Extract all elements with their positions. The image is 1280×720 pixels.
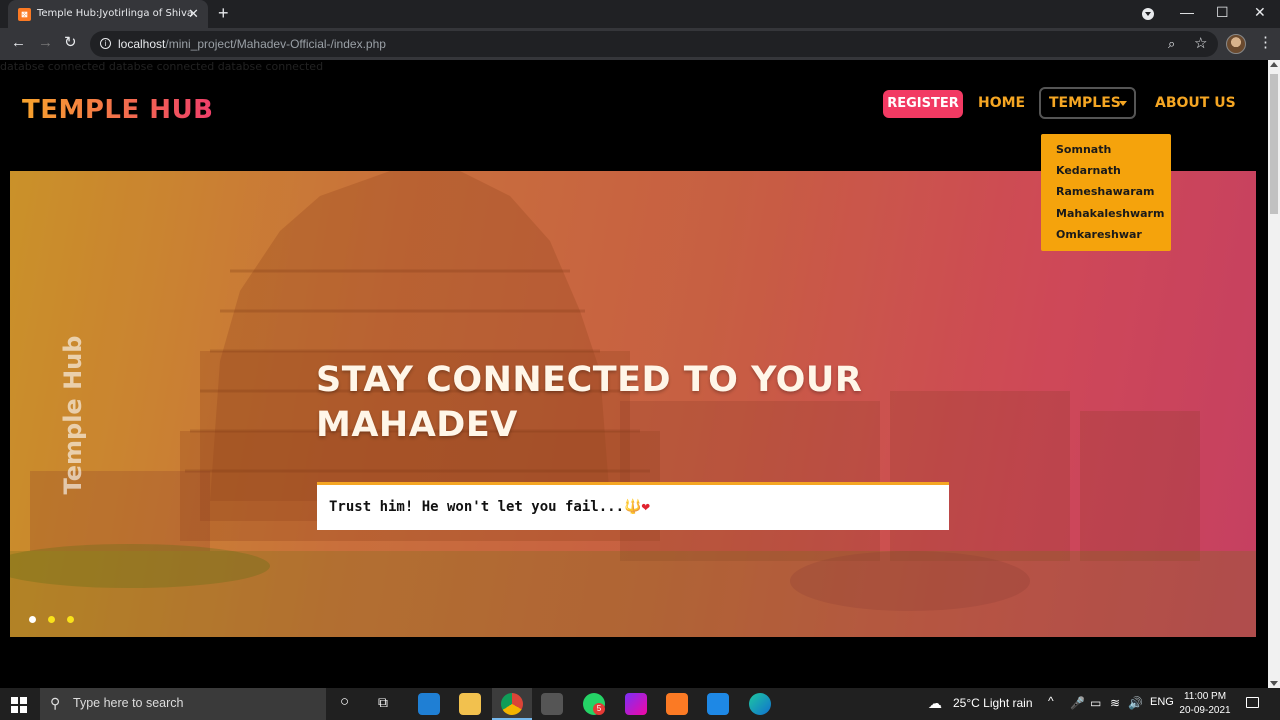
whatsapp-badge: 5 <box>593 703 605 715</box>
browser-tab[interactable]: ⊠ Temple Hub:Jyotirlinga of Shiva ✕ <box>8 0 208 28</box>
notification-center-icon[interactable] <box>1246 697 1259 708</box>
scroll-down-icon[interactable] <box>1270 681 1278 686</box>
browser-menu-icon[interactable]: ⋮ <box>1258 34 1273 52</box>
cortana-icon[interactable]: ○ <box>340 693 349 710</box>
task-view-icon[interactable]: ⧉ <box>378 694 388 711</box>
taskbar-search-placeholder: Type here to search <box>73 696 184 710</box>
clock-time: 11:00 PM <box>1183 691 1227 702</box>
hero-title-line-2: MAHADEV <box>316 405 518 445</box>
microphone-icon[interactable]: 🎤 <box>1070 696 1085 710</box>
profile-avatar[interactable] <box>1226 34 1246 54</box>
wifi-icon[interactable]: ≋ <box>1110 696 1120 710</box>
address-bar[interactable]: i localhost/mini_project/Mahadev-Officia… <box>90 31 1218 57</box>
maximize-icon[interactable]: ☐ <box>1216 4 1229 21</box>
forward-arrow-icon[interactable]: → <box>38 34 53 52</box>
nav-about-link[interactable]: ABOUT US <box>1155 95 1236 111</box>
reload-icon[interactable]: ↻ <box>64 34 77 52</box>
browser-tab-strip: ⊠ Temple Hub:Jyotirlinga of Shiva ✕ + — … <box>0 0 1280 28</box>
new-tab-icon[interactable]: + <box>218 4 229 22</box>
dropdown-item-rameshawaram[interactable]: Rameshawaram <box>1056 185 1155 198</box>
dropdown-item-omkareshwar[interactable]: Omkareshwar <box>1056 228 1142 241</box>
battery-icon[interactable]: ▭ <box>1090 696 1101 710</box>
trident-emoji-icon: 🔱 <box>624 499 642 515</box>
heart-emoji-icon: ❤ <box>641 499 650 515</box>
quote-label: Trust him! He won't let you fail... <box>329 499 625 515</box>
site-info-icon[interactable]: i <box>100 38 111 49</box>
weather-text[interactable]: 25°C Light rain <box>953 696 1033 710</box>
site-logo[interactable]: TEMPLE HUB <box>22 95 214 125</box>
scrollbar-thumb[interactable] <box>1270 74 1278 214</box>
zoom-icon[interactable]: ⌕ <box>1168 36 1175 52</box>
search-icon: ⚲ <box>50 695 61 711</box>
url-host: localhost <box>118 37 166 51</box>
hero-title: STAY CONNECTED TO YOUR MAHADEV <box>316 358 876 448</box>
language-indicator[interactable]: ENG <box>1150 696 1174 708</box>
store-icon[interactable] <box>541 693 563 715</box>
carousel-dot-3[interactable] <box>67 616 74 623</box>
minimize-icon[interactable]: — <box>1180 4 1194 20</box>
tab-title: Temple Hub:Jyotirlinga of Shiva <box>37 8 194 19</box>
nav-home-link[interactable]: HOME <box>978 95 1025 111</box>
window-close-icon[interactable]: ✕ <box>1254 4 1266 21</box>
xampp-icon[interactable] <box>666 693 688 715</box>
page-scrollbar[interactable] <box>1268 60 1280 688</box>
vertical-brand-label: Temple Hub <box>59 335 87 495</box>
dropdown-item-kedarnath[interactable]: Kedarnath <box>1056 164 1121 177</box>
back-arrow-icon[interactable]: ← <box>11 34 26 52</box>
quote-text: Trust him! He won't let you fail...🔱❤ <box>329 499 650 515</box>
url-path: /mini_project/Mahadev-Official-/index.ph… <box>165 37 386 51</box>
mail-icon[interactable] <box>418 693 440 715</box>
taskbar-search-box[interactable]: ⚲ Type here to search <box>40 688 326 720</box>
taskbar-clock[interactable]: 11:00 PM 20-09-2021 <box>1178 690 1232 718</box>
temples-label: TEMPLES <box>1049 95 1121 111</box>
url-text[interactable]: localhost/mini_project/Mahadev-Official-… <box>118 37 386 51</box>
temples-dropdown-menu: Somnath Kedarnath Rameshawaram Mahakales… <box>1041 134 1171 251</box>
xampp-favicon-icon: ⊠ <box>18 8 31 21</box>
tab-close-icon[interactable]: ✕ <box>188 6 199 22</box>
vscode-icon[interactable] <box>707 693 729 715</box>
web-page: databse connected databse connected data… <box>0 60 1268 688</box>
register-button[interactable]: REGISTER <box>883 90 963 118</box>
volume-icon[interactable]: 🔊 <box>1128 696 1143 710</box>
dropdown-item-mahakaleshwarm[interactable]: Mahakaleshwarm <box>1056 207 1164 220</box>
picsart-icon[interactable] <box>625 693 647 715</box>
quote-box: Trust him! He won't let you fail...🔱❤ <box>317 482 949 530</box>
weather-cloud-icon[interactable]: ☁ <box>928 695 942 712</box>
caret-down-icon <box>1119 101 1127 106</box>
carousel-dot-2[interactable] <box>48 616 55 623</box>
hero-title-line-1: STAY CONNECTED TO YOUR <box>316 360 863 400</box>
scroll-up-icon[interactable] <box>1270 62 1278 67</box>
browser-toolbar: ← → ↻ i localhost/mini_project/Mahadev-O… <box>0 28 1280 60</box>
vertical-brand-text: Temple Hub <box>53 331 93 501</box>
edge-icon[interactable] <box>749 693 771 715</box>
carousel-dot-1[interactable] <box>29 616 36 623</box>
tray-chevron-up-icon[interactable]: ^ <box>1048 694 1054 708</box>
clock-date: 20-09-2021 <box>1179 705 1231 716</box>
bookmark-star-icon[interactable]: ☆ <box>1194 34 1207 52</box>
file-explorer-icon[interactable] <box>459 693 481 715</box>
db-status-message: databse connected databse connected data… <box>0 60 324 73</box>
chrome-icon[interactable] <box>501 693 523 715</box>
temples-dropdown-toggle[interactable]: TEMPLES <box>1039 87 1136 119</box>
windows-start-icon[interactable] <box>11 697 27 713</box>
windows-taskbar: ⚲ Type here to search ○ ⧉ 5 ☁ 25°C Light… <box>0 688 1280 720</box>
tab-search-icon[interactable] <box>1142 8 1154 20</box>
dropdown-item-somnath[interactable]: Somnath <box>1056 143 1111 156</box>
